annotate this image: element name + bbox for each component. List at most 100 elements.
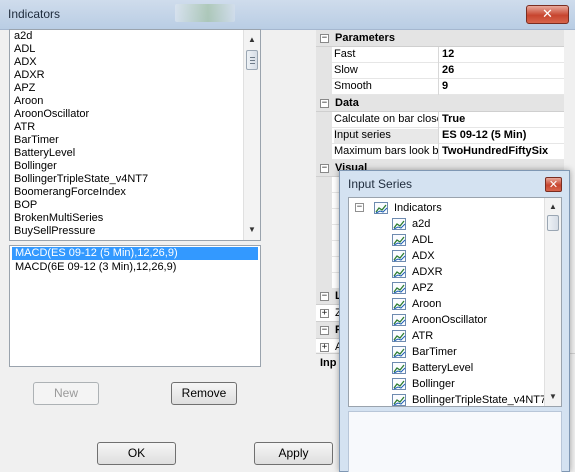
tree-node-label: Bollinger — [412, 378, 455, 390]
tree-node-indicator[interactable]: ADXR — [349, 264, 545, 280]
available-indicator-item[interactable]: ADXR — [10, 69, 260, 82]
property-value[interactable]: 12 — [442, 48, 575, 62]
collapse-icon[interactable]: − — [320, 34, 329, 43]
tree-node-label: BatteryLevel — [412, 362, 474, 374]
new-button[interactable]: New — [33, 382, 99, 405]
tree-node-label: ATR — [412, 330, 434, 342]
property-row-smooth[interactable]: Smooth 9 — [316, 79, 575, 95]
tree-scrollbar[interactable]: ▲ ▼ — [544, 198, 561, 406]
property-row-input-series[interactable]: Input series ES 09-12 (5 Min) — [316, 128, 575, 144]
available-indicator-item[interactable]: BoomerangForceIndex — [10, 186, 260, 199]
collapse-icon[interactable]: − — [320, 164, 329, 173]
tree-node-indicator[interactable]: a2d — [349, 216, 545, 232]
collapse-icon[interactable]: − — [355, 203, 364, 212]
available-indicator-item[interactable]: ADL — [10, 43, 260, 56]
scroll-up-arrow-icon[interactable]: ▲ — [545, 199, 561, 215]
applied-indicator-item[interactable]: MACD(6E 09-12 (3 Min),12,26,9) — [12, 261, 258, 274]
available-indicator-item[interactable]: BarTimer — [10, 134, 260, 147]
indicator-chart-icon — [392, 314, 406, 326]
tree-node-label: BarTimer — [412, 346, 457, 358]
category-data[interactable]: − Data — [316, 95, 575, 112]
tree-node-indicator[interactable]: ATR — [349, 328, 545, 344]
collapse-icon[interactable]: − — [320, 292, 329, 301]
property-row-fast[interactable]: Fast 12 — [316, 47, 575, 63]
collapse-icon[interactable]: − — [320, 326, 329, 335]
property-value[interactable]: 26 — [442, 64, 575, 78]
applied-indicators-list[interactable]: MACD(ES 09-12 (5 Min),12,26,9) MACD(6E 09… — [9, 245, 261, 367]
property-name: Smooth — [334, 80, 372, 92]
ok-button[interactable]: OK — [97, 442, 176, 465]
scroll-up-arrow-icon[interactable]: ▲ — [244, 32, 260, 48]
scroll-thumb[interactable] — [547, 215, 559, 231]
tree-node-indicator[interactable]: BatteryLevel — [349, 360, 545, 376]
tree-node-indicator[interactable]: ADX — [349, 248, 545, 264]
indicator-chart-icon — [392, 218, 406, 230]
tree-node-label: Indicators — [394, 202, 442, 214]
available-indicator-item[interactable]: Aroon — [10, 95, 260, 108]
expand-icon[interactable]: + — [320, 343, 329, 352]
title-bar[interactable]: Indicators ✕ — [0, 0, 575, 30]
available-indicator-item[interactable]: ATR — [10, 121, 260, 134]
property-value[interactable]: 9 — [442, 80, 575, 94]
tree-node-label: ADXR — [412, 266, 443, 278]
category-parameters[interactable]: − Parameters — [316, 30, 575, 47]
input-series-tree[interactable]: − Indicators a2d ADL ADX ADXR APZ Aroon AroonO… — [348, 197, 562, 407]
tree-node-indicator[interactable]: BarTimer — [349, 344, 545, 360]
input-series-popup[interactable]: Input Series ✕ − Indicators a2d ADL ADX ADX… — [339, 170, 570, 472]
window-title: Indicators — [8, 7, 61, 21]
available-indicator-item[interactable]: ADX — [10, 56, 260, 69]
tree-node-indicator[interactable]: APZ — [349, 280, 545, 296]
indicator-chart-icon — [392, 378, 406, 390]
tree-node-indicator[interactable]: AroonOscillator — [349, 312, 545, 328]
tree-node-label: AroonOscillator — [412, 314, 488, 326]
tree-node-indicator[interactable]: Aroon — [349, 296, 545, 312]
available-indicator-item[interactable]: BOP — [10, 199, 260, 212]
available-indicator-item[interactable]: APZ — [10, 82, 260, 95]
indicator-chart-icon — [392, 282, 406, 294]
title-bar-background-glyph — [175, 4, 235, 22]
remove-button[interactable]: Remove — [171, 382, 237, 405]
available-list-scrollbar[interactable]: ▲ ▼ — [243, 30, 260, 240]
popup-lower-panel — [348, 411, 562, 472]
collapse-icon[interactable]: − — [320, 99, 329, 108]
tree-node-label: ADX — [412, 250, 435, 262]
apply-button[interactable]: Apply — [254, 442, 333, 465]
tree-node-indicator[interactable]: Bollinger — [349, 376, 545, 392]
popup-title: Input Series — [348, 177, 413, 191]
scroll-down-arrow-icon[interactable]: ▼ — [545, 389, 561, 405]
indicator-chart-icon — [392, 330, 406, 342]
scroll-thumb[interactable] — [246, 50, 258, 70]
tree-node-label: BollingerTripleState_v4NT7 — [412, 394, 547, 406]
description-title: Inp — [320, 357, 337, 369]
available-indicator-item[interactable]: BrokenMultiSeries — [10, 212, 260, 225]
tree-node-indicator[interactable]: BollingerTripleState_v4NT7 — [349, 392, 547, 406]
window-close-button[interactable]: ✕ — [526, 5, 569, 24]
indicator-chart-icon — [374, 202, 388, 214]
property-name: Maximum bars look back — [334, 145, 438, 157]
property-value[interactable]: TwoHundredFiftySix — [442, 145, 575, 159]
indicator-chart-icon — [392, 266, 406, 278]
available-indicator-item[interactable]: AroonOscillator — [10, 108, 260, 121]
available-indicator-item[interactable]: BuySellPressure — [10, 225, 260, 238]
property-value[interactable]: True — [442, 113, 575, 127]
property-value[interactable]: ES 09-12 (5 Min) — [442, 129, 575, 143]
available-indicator-item[interactable]: BollingerTripleState_v4NT7 — [10, 173, 260, 186]
popup-close-button[interactable]: ✕ — [545, 177, 562, 192]
tree-node-label: APZ — [412, 282, 434, 294]
scroll-down-arrow-icon[interactable]: ▼ — [244, 222, 260, 238]
property-row-calculate-on-bar-close[interactable]: Calculate on bar close True — [316, 112, 575, 128]
tree-node-label: a2d — [412, 218, 431, 230]
indicator-chart-icon — [392, 234, 406, 246]
indicator-chart-icon — [392, 394, 406, 406]
available-indicator-item[interactable]: BatteryLevel — [10, 147, 260, 160]
tree-node-indicators-root[interactable]: − Indicators — [349, 200, 545, 216]
indicator-chart-icon — [392, 346, 406, 358]
available-indicators-list[interactable]: a2d ADL ADX ADXR APZ Aroon AroonOscillator ATR B… — [9, 29, 261, 241]
tree-node-indicator[interactable]: ADL — [349, 232, 545, 248]
applied-indicator-item[interactable]: MACD(ES 09-12 (5 Min),12,26,9) — [12, 247, 258, 260]
property-row-maximum-bars-look-back[interactable]: Maximum bars look back TwoHundredFiftySi… — [316, 144, 575, 160]
property-row-slow[interactable]: Slow 26 — [316, 63, 575, 79]
available-indicator-item[interactable]: Bollinger — [10, 160, 260, 173]
expand-icon[interactable]: + — [320, 309, 329, 318]
available-indicator-item[interactable]: a2d — [10, 30, 260, 43]
